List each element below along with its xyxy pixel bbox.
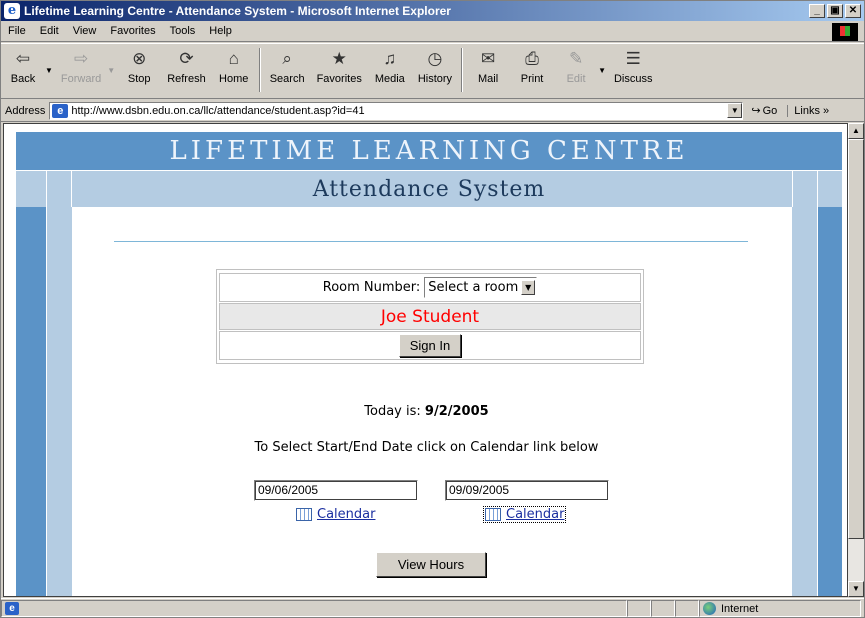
menu-edit[interactable]: Edit	[33, 25, 66, 37]
favorites-button[interactable]: ★ Favorites	[311, 48, 368, 96]
end-calendar-link[interactable]: Calendar	[482, 506, 567, 523]
edit-dropdown-icon[interactable]: ▼	[598, 66, 606, 75]
discuss-icon: ☰	[625, 49, 641, 68]
stop-icon: ⊗	[132, 49, 147, 68]
discuss-button[interactable]: ☰ Discuss	[608, 48, 659, 96]
calendar-icon	[485, 508, 501, 521]
media-icon: ♫	[383, 49, 397, 68]
room-select[interactable]: Select a room ▼	[424, 277, 538, 298]
minimize-button[interactable]: _	[809, 4, 825, 18]
address-bar: Address e http://www.dsbn.edu.on.ca/llc/…	[1, 100, 864, 122]
right-border-stripe	[792, 207, 818, 596]
sign-in-form: Room Number: Select a room ▼ Joe Student…	[216, 269, 644, 364]
right-border-stripe	[818, 207, 842, 596]
media-button[interactable]: ♫ Media	[368, 48, 412, 96]
search-button[interactable]: ⌕ Search	[264, 48, 311, 96]
scroll-thumb[interactable]	[848, 139, 864, 539]
scroll-down-icon[interactable]: ▼	[848, 581, 864, 597]
room-label: Room Number:	[322, 280, 421, 295]
close-button[interactable]: ✕	[845, 4, 861, 18]
decor-stripe	[792, 170, 818, 207]
forward-arrow-icon: ⇨	[73, 49, 89, 68]
ie-logo-icon: e	[4, 3, 20, 19]
back-arrow-icon: ⇦	[15, 49, 31, 68]
menu-view[interactable]: View	[66, 25, 104, 37]
address-input[interactable]: e http://www.dsbn.edu.on.ca/llc/attendan…	[49, 101, 744, 120]
divider-line	[114, 241, 748, 242]
home-icon: ⌂	[228, 49, 239, 68]
search-icon: ⌕	[282, 49, 292, 68]
sign-in-button[interactable]: Sign In	[398, 334, 462, 357]
status-panel	[675, 600, 699, 617]
edit-icon: ✎	[568, 49, 584, 68]
mail-button[interactable]: ✉ Mail	[466, 48, 510, 96]
maximize-button[interactable]: ▣	[827, 4, 843, 18]
menu-file[interactable]: File	[1, 25, 33, 37]
status-bar: e Internet	[1, 598, 864, 618]
refresh-button[interactable]: ⟳ Refresh	[161, 48, 212, 96]
page-icon: e	[5, 602, 19, 615]
menu-help[interactable]: Help	[202, 25, 239, 37]
status-text: e	[1, 600, 627, 617]
decor-stripe	[46, 170, 72, 207]
page-header-title: LIFETIME LEARNING CENTRE	[16, 132, 842, 170]
calendar-icon	[296, 508, 312, 521]
history-icon: ◷	[427, 49, 443, 68]
today-label: Today is:	[364, 404, 421, 419]
menu-favorites[interactable]: Favorites	[103, 25, 162, 37]
print-icon: ⎙	[525, 49, 539, 68]
edit-button[interactable]: ✎ Edit	[554, 48, 598, 96]
toolbar-separator	[258, 48, 261, 92]
globe-icon	[703, 602, 716, 615]
go-arrow-icon: ↪	[751, 105, 761, 117]
address-url[interactable]: http://www.dsbn.edu.on.ca/llc/attendance…	[71, 105, 727, 117]
chevron-down-icon[interactable]: ▼	[521, 280, 536, 295]
favorites-icon: ★	[331, 49, 347, 68]
back-dropdown-icon[interactable]: ▼	[45, 66, 53, 75]
today-line: Today is: 9/2/2005	[4, 404, 847, 419]
menu-tools[interactable]: Tools	[163, 25, 203, 37]
view-hours-button[interactable]: View Hours	[376, 552, 486, 577]
student-name: Joe Student	[380, 306, 480, 327]
status-panel	[651, 600, 675, 617]
toolbar: ⇦ Back ▼ ⇨ Forward ▼ ⊗ Stop ⟳ Refresh ⌂ …	[1, 43, 864, 99]
mail-icon: ✉	[480, 49, 496, 68]
start-calendar-link[interactable]: Calendar	[296, 507, 375, 522]
browser-window: e Lifetime Learning Centre - Attendance …	[0, 0, 865, 618]
calendar-instructions: To Select Start/End Date click on Calend…	[254, 440, 599, 455]
vertical-scrollbar[interactable]: ▲ ▼	[848, 123, 864, 597]
security-zone: Internet	[699, 600, 861, 617]
status-panel	[627, 600, 651, 617]
links-button[interactable]: Links »	[787, 104, 829, 117]
left-border-stripe	[16, 207, 46, 596]
address-dropdown-icon[interactable]: ▼	[727, 103, 743, 118]
toolbar-separator	[461, 48, 464, 92]
sign-in-row: Sign In	[219, 331, 641, 360]
forward-dropdown-icon[interactable]: ▼	[107, 66, 115, 75]
left-border-stripe	[46, 207, 72, 596]
go-button[interactable]: ↪ Go	[751, 104, 777, 118]
title-bar[interactable]: e Lifetime Learning Centre - Attendance …	[1, 1, 864, 21]
start-date-input[interactable]: 09/06/2005	[254, 480, 418, 501]
end-date-input[interactable]: 09/09/2005	[445, 480, 609, 501]
home-button[interactable]: ⌂ Home	[212, 48, 256, 96]
student-row: Joe Student	[219, 303, 641, 330]
room-row: Room Number: Select a room ▼	[219, 273, 641, 302]
address-label: Address	[5, 104, 46, 117]
window-title: Lifetime Learning Centre - Attendance Sy…	[24, 4, 451, 18]
history-button[interactable]: ◷ History	[412, 48, 458, 96]
print-button[interactable]: ⎙ Print	[510, 48, 554, 96]
stop-button[interactable]: ⊗ Stop	[117, 48, 161, 96]
back-button[interactable]: ⇦ Back	[1, 48, 45, 96]
page-header-subtitle: Attendance System	[16, 170, 842, 207]
windows-logo-icon	[832, 23, 858, 41]
scroll-up-icon[interactable]: ▲	[848, 123, 864, 139]
page-viewport: LIFETIME LEARNING CENTRE Attendance Syst…	[3, 123, 848, 597]
menu-bar: File Edit View Favorites Tools Help	[1, 21, 864, 42]
forward-button[interactable]: ⇨ Forward	[55, 48, 107, 96]
today-date: 9/2/2005	[424, 404, 489, 419]
refresh-icon: ⟳	[179, 49, 194, 68]
page-icon: e	[52, 103, 69, 118]
